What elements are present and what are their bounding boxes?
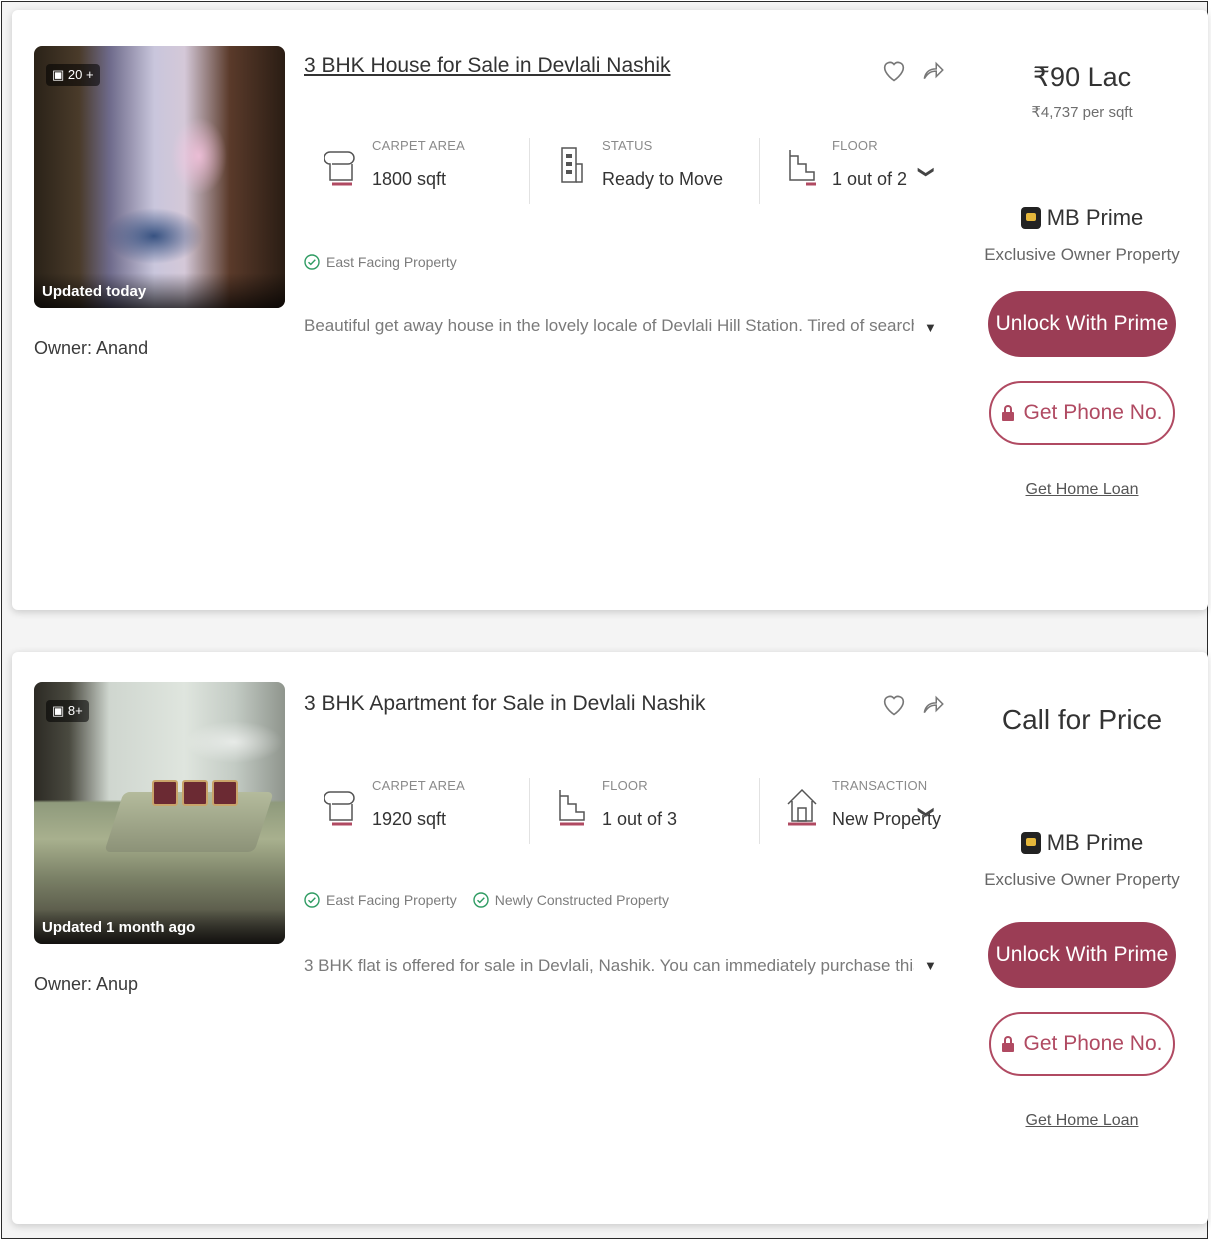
phone-button-label: Get Phone No.	[1023, 401, 1163, 424]
expand-description-icon[interactable]: ▼	[924, 958, 937, 973]
results-frame: ▣ 20 + Updated today Owner: Anand 3 BHK …	[1, 1, 1208, 1239]
carpet-area-icon	[324, 151, 355, 186]
listing-description: Beautiful get away house in the lovely l…	[304, 316, 914, 335]
fact-value: 1920 sqft	[372, 809, 447, 829]
floor-stairs-icon	[559, 790, 585, 826]
property-tag: Newly Constructed Property	[473, 892, 669, 908]
cushion-graphic	[182, 780, 208, 806]
tag-label: East Facing Property	[326, 254, 457, 270]
property-tag: East Facing Property	[304, 254, 457, 270]
fact-label: FLOOR	[602, 778, 648, 793]
listing-title[interactable]: 3 BHK House for Sale in Devlali Nashik	[304, 54, 671, 78]
fact-label: STATUS	[602, 138, 653, 153]
fact-label: TRANSACTION	[832, 778, 928, 793]
listing-card[interactable]: ▣ 20 + Updated today Owner: Anand 3 BHK …	[12, 10, 1208, 610]
check-circle-icon	[304, 254, 320, 270]
share-icon[interactable]	[920, 56, 946, 84]
lock-icon	[1001, 405, 1014, 421]
property-tag: East Facing Property	[304, 892, 457, 908]
mb-prime-label: MB Prime	[982, 830, 1182, 856]
fact-transaction: TRANSACTION New Property	[759, 778, 989, 844]
mb-prime-label: MB Prime	[982, 205, 1182, 231]
cushion-graphic	[212, 780, 238, 806]
fact-floor: FLOOR 1 out of 2	[759, 138, 989, 204]
price: ₹90 Lac	[1032, 62, 1132, 92]
heart-icon[interactable]	[880, 56, 908, 84]
phone-button-label: Get Phone No.	[1023, 1032, 1163, 1055]
call-for-price: Call for Price	[1001, 704, 1163, 735]
fact-label: FLOOR	[832, 138, 878, 153]
fact-label: CARPET AREA	[372, 138, 465, 153]
fact-carpet-area: CARPET AREA 1800 sqft	[324, 138, 529, 204]
prime-text: MB Prime	[1046, 205, 1144, 230]
image-count: 8+	[67, 703, 83, 718]
heart-icon[interactable]	[880, 690, 908, 718]
get-home-loan-link[interactable]: Get Home Loan	[982, 481, 1182, 499]
listing-description: 3 BHK flat is offered for sale in Devlal…	[304, 956, 914, 975]
listing-title[interactable]: 3 BHK Apartment for Sale in Devlali Nash…	[304, 692, 706, 716]
fact-value: 1800 sqft	[372, 169, 447, 189]
image-count-badge: ▣ 8+	[46, 700, 89, 722]
floor-stairs-icon	[789, 150, 816, 186]
lock-icon	[1001, 1036, 1014, 1052]
listing-card[interactable]: ▣ 8+ Updated 1 month ago Owner: Anup 3 B…	[12, 652, 1208, 1224]
chevron-down-icon[interactable]: ❯	[917, 805, 937, 818]
fact-value: 1 out of 2	[832, 169, 908, 189]
image-count-badge: ▣ 20 +	[46, 64, 100, 86]
gallery-icon: ▣	[52, 703, 68, 718]
get-phone-button[interactable]: Get Phone No.	[989, 1012, 1175, 1076]
unlock-with-prime-button[interactable]: Unlock With Prime	[988, 291, 1176, 357]
share-icon[interactable]	[920, 690, 946, 718]
prime-text: MB Prime	[1046, 830, 1144, 855]
updated-label: Updated today	[34, 273, 285, 308]
status-building-icon	[561, 147, 583, 183]
check-circle-icon	[304, 892, 320, 908]
crown-icon	[1020, 207, 1041, 229]
tag-label: East Facing Property	[326, 892, 457, 908]
updated-label: Updated 1 month ago	[34, 909, 285, 944]
owner-name: Owner: Anup	[34, 974, 139, 994]
cushion-graphic	[152, 780, 178, 806]
check-circle-icon	[473, 892, 489, 908]
gallery-icon: ▣	[52, 67, 68, 82]
expand-description-icon[interactable]: ▼	[924, 320, 937, 335]
unlock-with-prime-button[interactable]: Unlock With Prime	[988, 922, 1176, 988]
crown-icon	[1020, 832, 1041, 854]
fact-status: STATUS Ready to Move	[529, 138, 759, 204]
tag-label: Newly Constructed Property	[494, 892, 670, 908]
property-photo[interactable]: ▣ 8+ Updated 1 month ago	[34, 682, 285, 944]
transaction-house-icon	[787, 788, 817, 826]
get-home-loan-link[interactable]: Get Home Loan	[982, 1112, 1182, 1130]
price-per-sqft: ₹4,737 per sqft	[1031, 104, 1133, 121]
get-phone-button[interactable]: Get Phone No.	[989, 381, 1175, 445]
exclusive-owner-label: Exclusive Owner Property	[984, 870, 1180, 889]
carpet-area-icon	[324, 791, 355, 826]
fact-carpet-area: CARPET AREA 1920 sqft	[324, 778, 529, 844]
fact-floor: FLOOR 1 out of 3	[529, 778, 759, 844]
image-count: 20 +	[67, 67, 94, 82]
exclusive-owner-label: Exclusive Owner Property	[984, 245, 1180, 264]
owner-name: Owner: Anand	[34, 338, 149, 358]
property-photo[interactable]: ▣ 20 + Updated today	[34, 46, 285, 308]
fact-value: Ready to Move	[602, 169, 724, 189]
chevron-down-icon[interactable]: ❯	[917, 165, 937, 178]
fact-label: CARPET AREA	[372, 778, 465, 793]
fact-value: 1 out of 3	[602, 809, 678, 829]
